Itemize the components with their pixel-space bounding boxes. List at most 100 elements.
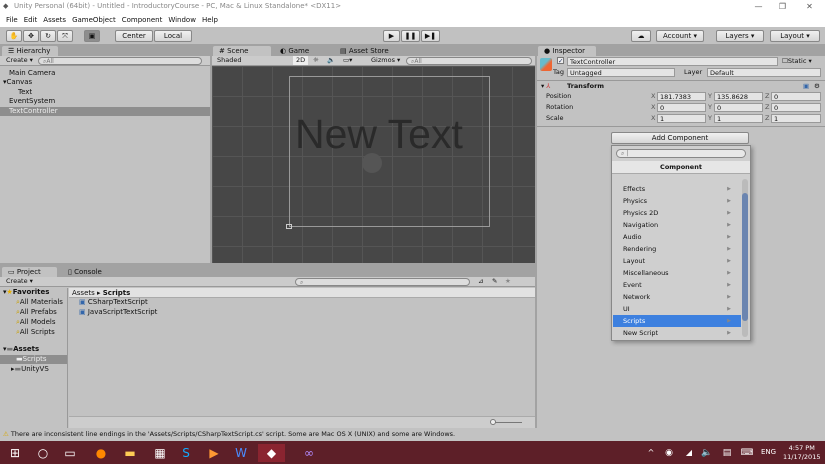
2d-toggle[interactable]: 2D bbox=[293, 56, 309, 65]
scene-view[interactable]: New Text bbox=[212, 66, 535, 263]
minimize-button[interactable]: — bbox=[746, 0, 771, 13]
component-menu-item[interactable]: Physics ▶ bbox=[613, 195, 741, 207]
pause-button[interactable]: ❚❚ bbox=[401, 30, 420, 42]
language-indicator[interactable]: ENG bbox=[761, 448, 776, 456]
menu-file[interactable]: File bbox=[6, 16, 18, 24]
tab-hierarchy[interactable]: ☰ Hierarchy bbox=[2, 46, 58, 56]
rotate-tool-button[interactable]: ↻ bbox=[40, 30, 56, 42]
component-menu-item[interactable]: Scripts ▶ bbox=[613, 315, 741, 327]
position-z-input[interactable]: 0 bbox=[771, 92, 821, 101]
record-icon[interactable]: ◉ bbox=[660, 444, 678, 462]
component-menu-item[interactable]: UI ▶ bbox=[613, 303, 741, 315]
gear-icon[interactable]: ⚙ bbox=[814, 82, 820, 91]
firefox-icon[interactable]: ● bbox=[92, 444, 110, 462]
layout-dropdown[interactable]: Layout ▾ bbox=[770, 30, 820, 42]
hierarchy-item[interactable]: ▾Canvas bbox=[0, 78, 210, 87]
file-explorer-icon[interactable]: ▬ bbox=[121, 444, 139, 462]
shading-dropdown[interactable]: Shaded bbox=[217, 56, 241, 65]
windows-start-icon[interactable]: ⊞ bbox=[6, 444, 24, 462]
help-icon[interactable]: ▣ bbox=[803, 82, 809, 91]
static-checkbox[interactable]: ☐Static ▾ bbox=[782, 57, 812, 66]
menu-component[interactable]: Component bbox=[122, 16, 163, 24]
rotation-z-input[interactable]: 0 bbox=[771, 103, 821, 112]
tab-console[interactable]: ▯ Console bbox=[62, 267, 108, 277]
volume-icon[interactable]: 🔈 bbox=[698, 444, 716, 462]
tab-project[interactable]: ▭ Project bbox=[2, 267, 57, 277]
scale-z-input[interactable]: 1 bbox=[771, 114, 821, 123]
rect-tool-button[interactable]: ▣ bbox=[84, 30, 100, 42]
rotation-x-input[interactable]: 0 bbox=[657, 103, 706, 112]
favorite-item[interactable]: ⌕All Materials bbox=[0, 298, 67, 307]
pivot-center-button[interactable]: Center bbox=[115, 30, 153, 42]
keyboard-icon[interactable]: ⌨ bbox=[738, 444, 756, 462]
effects-icon[interactable]: ▭▾ bbox=[343, 56, 352, 65]
tab-scene[interactable]: # Scene bbox=[213, 46, 271, 56]
object-name-input[interactable]: TextController bbox=[567, 57, 778, 66]
component-search-input[interactable]: ⌕ | bbox=[616, 149, 746, 158]
layer-dropdown[interactable]: Default bbox=[707, 68, 821, 77]
menu-help[interactable]: Help bbox=[202, 16, 218, 24]
hierarchy-item-selected[interactable]: TextController bbox=[0, 107, 210, 116]
skype-icon[interactable]: S bbox=[177, 444, 195, 462]
favorite-item[interactable]: ⌕All Prefabs bbox=[0, 308, 67, 317]
task-view-icon[interactable]: ▭ bbox=[61, 444, 79, 462]
corner-handle[interactable] bbox=[286, 224, 292, 229]
step-button[interactable]: ▶❚ bbox=[421, 30, 440, 42]
lighting-icon[interactable]: ☼ bbox=[313, 56, 319, 65]
scale-y-input[interactable]: 1 bbox=[714, 114, 763, 123]
unity-taskbar-icon[interactable]: ◆ bbox=[258, 444, 285, 462]
notifications-icon[interactable]: ▤ bbox=[718, 444, 736, 462]
menu-edit[interactable]: Edit bbox=[24, 16, 38, 24]
folder-unityvs[interactable]: ▸▬UnityVS bbox=[0, 365, 67, 374]
filter-label-icon[interactable]: ✎ bbox=[492, 277, 497, 286]
add-component-button[interactable]: Add Component bbox=[611, 132, 749, 144]
scrollbar-thumb[interactable] bbox=[742, 193, 748, 321]
breadcrumb-scripts[interactable]: Scripts bbox=[103, 289, 131, 297]
cortana-icon[interactable]: ○ bbox=[34, 444, 52, 462]
play-button[interactable]: ▶ bbox=[383, 30, 400, 42]
component-menu-item[interactable]: Physics 2D ▶ bbox=[613, 207, 741, 219]
favorites-folder[interactable]: ▾★Favorites bbox=[0, 288, 67, 297]
tag-dropdown[interactable]: Untagged bbox=[567, 68, 675, 77]
hand-tool-button[interactable]: ✋ bbox=[6, 30, 22, 42]
folder-scripts[interactable]: ▬Scripts bbox=[0, 355, 67, 364]
breadcrumb-assets[interactable]: Assets bbox=[72, 289, 95, 297]
component-menu-item[interactable]: Rendering ▶ bbox=[613, 243, 741, 255]
status-bar[interactable]: ⚠ There are inconsistent line endings in… bbox=[0, 428, 825, 441]
menu-window[interactable]: Window bbox=[168, 16, 196, 24]
gizmos-dropdown[interactable]: Gizmos ▾ bbox=[371, 56, 400, 65]
audio-icon[interactable]: 🔈 bbox=[327, 56, 335, 65]
word-icon[interactable]: W bbox=[232, 444, 250, 462]
icon-size-slider[interactable] bbox=[492, 422, 522, 423]
project-create-button[interactable]: Create ▾ bbox=[6, 277, 33, 286]
store-icon[interactable]: ▦ bbox=[151, 444, 169, 462]
hierarchy-search-input[interactable]: ⌕All bbox=[38, 57, 202, 65]
maximize-button[interactable]: ❐ bbox=[770, 0, 795, 13]
cloud-button[interactable]: ☁ bbox=[631, 30, 651, 42]
transform-foldout[interactable]: ▾ ⅄ bbox=[541, 82, 550, 91]
tab-game[interactable]: ◐ Game bbox=[274, 46, 315, 56]
menu-gameobject[interactable]: GameObject bbox=[72, 16, 116, 24]
rotation-y-input[interactable]: 0 bbox=[714, 103, 763, 112]
component-menu-item[interactable]: New Script ▶ bbox=[613, 327, 741, 339]
project-search-input[interactable]: ⌕ bbox=[295, 278, 470, 286]
layers-dropdown[interactable]: Layers ▾ bbox=[716, 30, 764, 42]
wifi-icon[interactable]: ◢ bbox=[680, 444, 698, 462]
position-y-input[interactable]: 135.8628 bbox=[714, 92, 763, 101]
media-player-icon[interactable]: ▶ bbox=[205, 444, 223, 462]
assets-folder[interactable]: ▾▬Assets bbox=[0, 345, 67, 354]
close-button[interactable]: ✕ bbox=[797, 0, 822, 13]
component-menu-item[interactable]: Audio ▶ bbox=[613, 231, 741, 243]
show-hidden-icons[interactable]: ^ bbox=[642, 444, 660, 462]
favorite-item[interactable]: ⌕All Models bbox=[0, 318, 67, 327]
pivot-local-button[interactable]: Local bbox=[154, 30, 192, 42]
popup-scrollbar[interactable] bbox=[742, 179, 748, 337]
move-tool-button[interactable]: ✥ bbox=[23, 30, 39, 42]
hierarchy-item[interactable]: Text bbox=[0, 88, 210, 97]
position-x-input[interactable]: 181.7383 bbox=[657, 92, 706, 101]
component-menu-item[interactable]: Effects ▶ bbox=[613, 183, 741, 195]
create-button[interactable]: Create ▾ bbox=[6, 56, 33, 65]
hierarchy-item[interactable]: EventSystem bbox=[0, 97, 210, 106]
filter-type-icon[interactable]: ⊿ bbox=[478, 277, 483, 286]
hierarchy-item[interactable]: Main Camera bbox=[0, 69, 210, 78]
